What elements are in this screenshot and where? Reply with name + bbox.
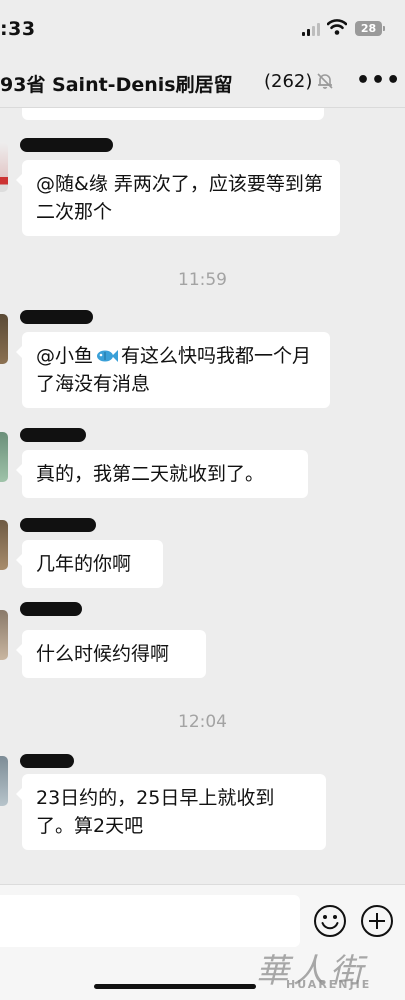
sender-name-redacted xyxy=(20,428,86,442)
mention-text: @小鱼 xyxy=(36,345,94,367)
message-bubble[interactable]: 几年的你啊 xyxy=(16,540,163,588)
sender-name-redacted xyxy=(20,138,113,152)
message-input[interactable] xyxy=(0,895,300,947)
avatar[interactable] xyxy=(0,142,8,192)
watermark-latin-text: HUARENJIE xyxy=(286,978,372,991)
message-bubble[interactable]: 23日约的，25日早上就收到了。算2天吧 xyxy=(16,774,326,850)
chat-header: 93省 Saint-Denis刷居留 (262) ••• xyxy=(0,52,405,108)
avatar[interactable] xyxy=(0,432,8,482)
message-timestamp: 11:59 xyxy=(178,270,227,290)
sender-name-redacted xyxy=(20,602,82,616)
message-bubble[interactable]: 什么时候约得啊 xyxy=(16,630,206,678)
fish-icon xyxy=(97,350,119,362)
status-time: :33 xyxy=(0,18,36,40)
avatar[interactable] xyxy=(0,610,8,660)
sender-name-redacted xyxy=(20,310,93,324)
sender-name-redacted xyxy=(20,754,74,768)
avatar[interactable] xyxy=(0,756,8,806)
avatar[interactable] xyxy=(0,314,8,364)
battery-icon: 28 xyxy=(355,21,385,36)
plus-icon[interactable] xyxy=(360,904,394,938)
message-text: 真的，我第二天就收到了。 xyxy=(36,463,265,485)
message-text: 23日约的，25日早上就收到了。算2天吧 xyxy=(36,787,275,837)
more-options-button[interactable]: ••• xyxy=(356,70,400,92)
wifi-icon xyxy=(327,19,347,35)
chat-title[interactable]: 93省 Saint-Denis刷居留 xyxy=(0,70,233,97)
cellular-signal-icon xyxy=(302,22,322,36)
member-count: (262) xyxy=(264,71,313,92)
watermark-logo: 華人街 HUARENJIE xyxy=(256,944,401,996)
avatar[interactable] xyxy=(0,520,8,570)
emoji-icon[interactable] xyxy=(313,904,347,938)
mute-bell-icon xyxy=(317,73,333,89)
message-bubble[interactable]: 真的，我第二天就收到了。 xyxy=(16,450,308,498)
previous-message-bubble[interactable] xyxy=(22,108,324,120)
message-bubble[interactable]: @随&缘 弄两次了，应该要等到第二次那个 xyxy=(16,160,340,236)
message-text: 什么时候约得啊 xyxy=(36,643,170,665)
message-list[interactable]: @随&缘 弄两次了，应该要等到第二次那个 11:59 @小鱼 有这么快吗我都一个… xyxy=(0,108,405,884)
status-bar: :33 28 xyxy=(0,0,405,52)
home-indicator[interactable] xyxy=(94,984,256,989)
message-text: @随&缘 弄两次了，应该要等到第二次那个 xyxy=(36,173,323,223)
message-text: 几年的你啊 xyxy=(36,553,132,575)
message-timestamp: 12:04 xyxy=(178,712,227,732)
sender-name-redacted xyxy=(20,518,96,532)
message-bubble[interactable]: @小鱼 有这么快吗我都一个月了海没有消息 xyxy=(16,332,330,408)
